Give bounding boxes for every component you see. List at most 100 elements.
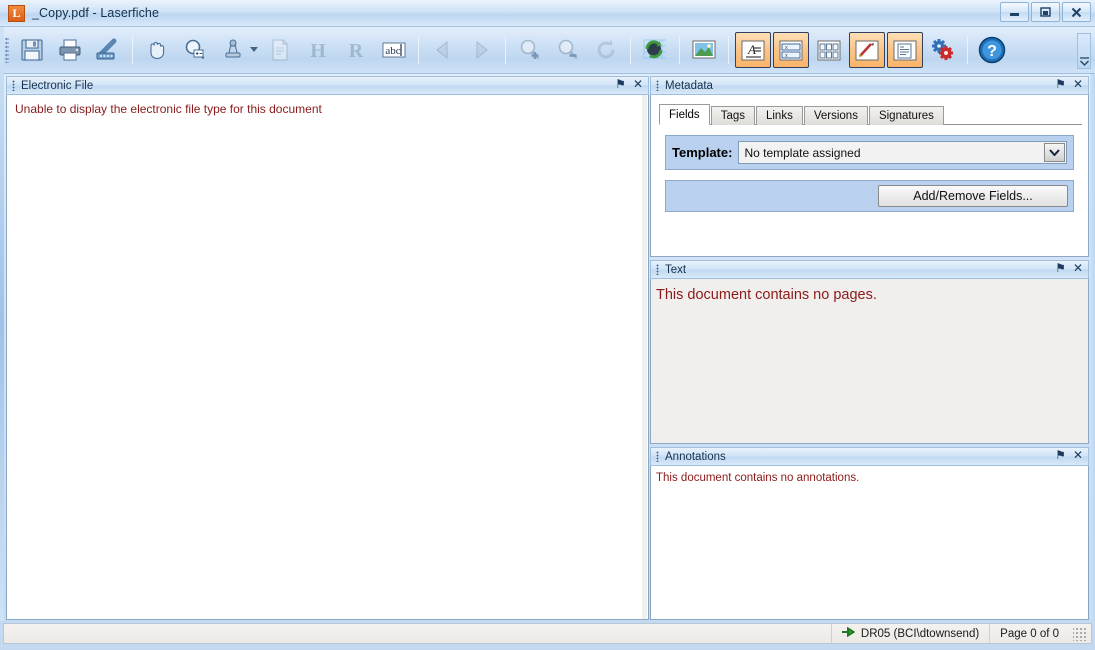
page-status-text: Page 0 of 0 — [1000, 628, 1059, 640]
connection-status-cell: DR05 (BCI\dtownsend) — [831, 624, 989, 643]
window-title: _Copy.pdf - Laserfiche — [32, 6, 159, 20]
window-controls — [1000, 2, 1091, 22]
text-panel: Text ⚑ ✕ This document contains no pages… — [650, 260, 1089, 444]
pin-icon[interactable]: ⚑ — [1055, 262, 1066, 274]
svg-text:x: x — [785, 45, 788, 51]
template-row: Template: No template assigned — [665, 135, 1074, 170]
title-bar: L _Copy.pdf - Laserfiche — [0, 0, 1095, 27]
rotate-all-pages-button[interactable] — [637, 32, 673, 68]
svg-text:?: ? — [987, 43, 997, 60]
toolbar-grip[interactable] — [5, 37, 9, 63]
text-panel-message: This document contains no pages. — [656, 287, 1083, 303]
annotations-pane-button[interactable] — [849, 32, 885, 68]
text-panel-body: This document contains no pages. — [650, 279, 1089, 444]
template-select[interactable]: No template assigned — [738, 141, 1067, 164]
stamp-button[interactable] — [215, 32, 251, 68]
close-icon[interactable]: ✕ — [1073, 449, 1083, 461]
save-button[interactable] — [14, 32, 50, 68]
redaction-button[interactable]: R — [338, 32, 374, 68]
tab-tags[interactable]: Tags — [711, 106, 755, 125]
pan-hand-button[interactable] — [139, 32, 175, 68]
previous-page-button[interactable] — [425, 32, 461, 68]
text-panel-header: Text ⚑ ✕ — [650, 260, 1089, 279]
tab-versions[interactable]: Versions — [804, 106, 868, 125]
image-view-button[interactable] — [686, 32, 722, 68]
svg-text:abc: abc — [385, 45, 400, 57]
next-page-button[interactable] — [463, 32, 499, 68]
template-label: Template: — [672, 145, 732, 160]
annotations-panel-header: Annotations ⚑ ✕ — [650, 447, 1089, 466]
close-icon[interactable]: ✕ — [1073, 78, 1083, 90]
close-icon[interactable]: ✕ — [633, 78, 643, 90]
electronic-file-panel: Electronic File ⚑ ✕ Unable to display th… — [6, 76, 649, 620]
zoom-region-button[interactable] — [177, 32, 213, 68]
highlight-button[interactable]: H — [300, 32, 336, 68]
scan-button[interactable] — [90, 32, 126, 68]
page-button[interactable] — [262, 32, 298, 68]
rotate-button[interactable] — [588, 32, 624, 68]
metadata-tabstrip: Fields Tags Links Versions Signatures — [659, 104, 1082, 125]
panel-grip[interactable] — [656, 80, 659, 91]
print-button[interactable] — [52, 32, 88, 68]
electronic-file-scrollbar[interactable] — [642, 95, 647, 619]
app-logo-icon: L — [8, 5, 25, 22]
maximize-button[interactable] — [1031, 2, 1060, 22]
main-toolbar: H R abc — [0, 27, 1095, 74]
template-select-value: No template assigned — [744, 146, 860, 160]
metadata-panel: Metadata ⚑ ✕ Fields Tags Links Versions … — [650, 76, 1089, 257]
tab-signatures[interactable]: Signatures — [869, 106, 944, 125]
electronic-file-message: Unable to display the electronic file ty… — [15, 102, 640, 116]
toolbar-separator — [967, 36, 968, 64]
text-panel-title: Text — [665, 264, 686, 276]
add-remove-fields-button[interactable]: Add/Remove Fields... — [878, 185, 1068, 207]
connection-icon — [842, 627, 855, 640]
pin-icon[interactable]: ⚑ — [1055, 449, 1066, 461]
pin-icon[interactable]: ⚑ — [1055, 78, 1066, 90]
minimize-button[interactable] — [1000, 2, 1029, 22]
annotations-panel: Annotations ⚑ ✕ This document contains n… — [650, 447, 1089, 620]
panel-grip[interactable] — [656, 451, 659, 462]
resize-grip-icon[interactable] — [1073, 627, 1087, 641]
laserfiche-window: L _Copy.pdf - Laserfiche — [0, 0, 1095, 650]
electronic-file-pane-button[interactable] — [887, 32, 923, 68]
electronic-file-panel-body: Unable to display the electronic file ty… — [6, 95, 649, 620]
zoom-in-button[interactable] — [512, 32, 548, 68]
toolbar-separator — [505, 36, 506, 64]
annotations-panel-body: This document contains no annotations. — [650, 466, 1089, 620]
svg-text:x: x — [785, 53, 788, 59]
zoom-out-button[interactable] — [550, 32, 586, 68]
svg-text:H: H — [310, 40, 326, 62]
right-panel-column: Metadata ⚑ ✕ Fields Tags Links Versions … — [650, 76, 1089, 620]
annotations-panel-title: Annotations — [665, 451, 726, 463]
fields-tab-content: Template: No template assigned Add/Remov… — [657, 125, 1082, 212]
electronic-file-panel-header: Electronic File ⚑ ✕ — [6, 76, 649, 95]
ocr-text-button[interactable]: abc — [376, 32, 412, 68]
status-bar: DR05 (BCI\dtownsend) Page 0 of 0 — [3, 623, 1092, 644]
window-right-edge — [1090, 74, 1095, 621]
panel-grip[interactable] — [12, 80, 15, 91]
toolbar-separator — [132, 36, 133, 64]
chevron-down-icon[interactable] — [1044, 143, 1065, 162]
help-button[interactable]: ? — [974, 32, 1010, 68]
toolbar-separator — [728, 36, 729, 64]
connection-status-text: DR05 (BCI\dtownsend) — [861, 628, 979, 640]
panel-grip[interactable] — [656, 264, 659, 275]
svg-text:R: R — [349, 40, 364, 62]
thumbnails-button[interactable] — [811, 32, 847, 68]
close-icon[interactable]: ✕ — [1073, 262, 1083, 274]
options-gears-button[interactable] — [925, 32, 961, 68]
toolbar-separator — [679, 36, 680, 64]
page-status-cell: Page 0 of 0 — [989, 624, 1069, 643]
add-remove-fields-row: Add/Remove Fields... — [665, 180, 1074, 212]
metadata-panel-title: Metadata — [665, 80, 713, 92]
electronic-file-panel-title: Electronic File — [21, 80, 93, 92]
tab-links[interactable]: Links — [756, 106, 803, 125]
tab-fields[interactable]: Fields — [659, 104, 710, 125]
metadata-panel-body: Fields Tags Links Versions Signatures Te… — [650, 95, 1089, 257]
text-pane-button[interactable]: A — [735, 32, 771, 68]
pin-icon[interactable]: ⚑ — [615, 78, 626, 90]
toolbar-overflow-button[interactable] — [1077, 33, 1091, 69]
close-button[interactable] — [1062, 2, 1091, 22]
annotations-panel-message: This document contains no annotations. — [656, 472, 1083, 484]
metadata-pane-button[interactable]: x x — [773, 32, 809, 68]
